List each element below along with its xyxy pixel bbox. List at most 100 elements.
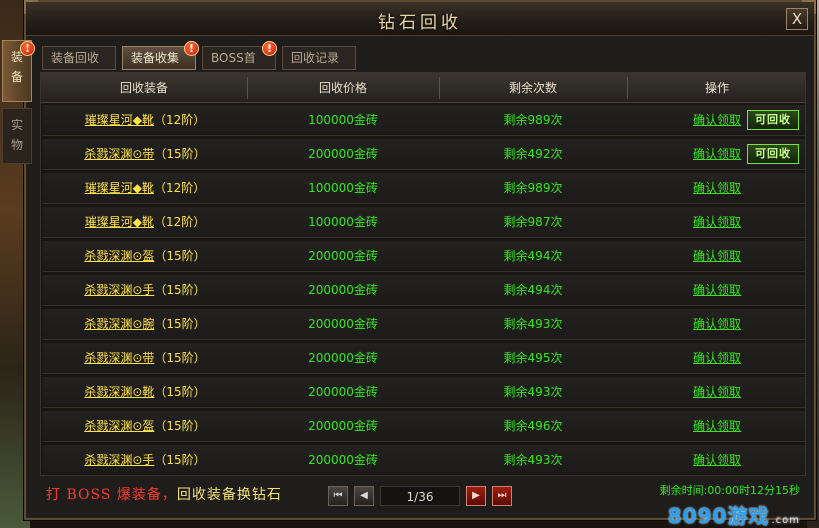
recyclable-button[interactable]: 可回收 <box>747 110 799 130</box>
equipment-name-link[interactable]: 杀戮深渊⊙带 <box>84 147 154 161</box>
last-page-button[interactable]: ⏭ <box>492 486 512 506</box>
tab-recycle-log[interactable]: 回收记录 <box>282 46 356 70</box>
recycle-price: 200000金砖 <box>308 385 378 399</box>
table-header: 回收装备 回收价格 剩余次数 操作 <box>41 73 805 103</box>
equipment-name-link[interactable]: 杀戮深渊⊙靴 <box>84 385 154 399</box>
equipment-name-link[interactable]: 杀戮深渊⊙盔 <box>84 419 154 433</box>
equipment-cell: 璀璨星河◆靴（12阶） <box>43 105 247 136</box>
column-header-equipment: 回收装备 <box>119 81 168 95</box>
equipment-tier: （15阶） <box>154 385 206 399</box>
prev-page-button[interactable]: ◀ <box>354 486 374 506</box>
frame-corner-ornament <box>24 0 38 14</box>
equipment-tier: （15阶） <box>154 453 206 467</box>
table-row: 杀戮深渊⊙盔（15阶） 200000金砖 剩余496次 确认领取 <box>43 411 805 442</box>
action-cell: 确认领取 <box>627 377 807 408</box>
confirm-claim-link[interactable]: 确认领取 <box>693 419 741 433</box>
action-cell: 确认领取 <box>627 207 807 238</box>
equipment-name-link[interactable]: 璀璨星河◆靴 <box>85 215 154 229</box>
confirm-claim-link[interactable]: 确认领取 <box>693 453 741 467</box>
remaining-count: 剩余989次 <box>503 181 563 195</box>
equipment-cell: 璀璨星河◆靴（12阶） <box>43 173 247 204</box>
remaining-count: 剩余496次 <box>503 419 563 433</box>
equipment-name-link[interactable]: 杀戮深渊⊙盔 <box>84 249 154 263</box>
slogan-part-2: 回收装备换钻石 <box>176 487 282 503</box>
equipment-cell: 杀戮深渊⊙带（15阶） <box>43 139 247 170</box>
table-row: 杀戮深渊⊙盔（15阶） 200000金砖 剩余494次 确认领取 <box>43 241 805 272</box>
column-header-remaining: 剩余次数 <box>508 81 557 95</box>
tab-label: 装备回收 <box>51 51 100 65</box>
equipment-name-link[interactable]: 杀戮深渊⊙带 <box>84 351 154 365</box>
equipment-cell: 杀戮深渊⊙手（15阶） <box>43 445 247 476</box>
confirm-claim-link[interactable]: 确认领取 <box>693 351 741 365</box>
tab-boss-first-kill[interactable]: BOSS首杀 ! <box>202 41 277 87</box>
action-cell: 确认领取 <box>627 411 807 442</box>
confirm-claim-link[interactable]: 确认领取 <box>693 215 741 229</box>
site-watermark-logo: 8090游戏 .com <box>668 500 800 528</box>
confirm-claim-link[interactable]: 确认领取 <box>693 147 741 161</box>
side-tab-physical[interactable]: 实 物 <box>2 108 32 164</box>
recycle-price: 100000金砖 <box>308 215 378 229</box>
recycle-price: 200000金砖 <box>308 147 378 161</box>
alert-badge-icon: ! <box>184 41 199 56</box>
watermark-brand-sub: 游戏 <box>727 504 770 528</box>
recycle-price: 100000金砖 <box>308 113 378 127</box>
alert-badge-icon: ! <box>20 41 35 56</box>
equipment-tier: （15阶） <box>154 249 206 263</box>
equipment-name-link[interactable]: 璀璨星河◆靴 <box>85 113 154 127</box>
remaining-count: 剩余494次 <box>503 283 563 297</box>
column-header-action: 操作 <box>704 81 729 95</box>
equipment-tier: （15阶） <box>154 283 206 297</box>
remaining-count: 剩余493次 <box>503 317 563 331</box>
confirm-claim-link[interactable]: 确认领取 <box>693 283 741 297</box>
tab-label: 回收记录 <box>291 51 340 65</box>
equipment-tier: （15阶） <box>154 147 206 161</box>
next-page-button[interactable]: ▶ <box>466 486 486 506</box>
table-row: 杀戮深渊⊙腕（15阶） 200000金砖 剩余493次 确认领取 <box>43 309 805 340</box>
first-page-button[interactable]: ⏮ <box>328 486 348 506</box>
equipment-tier: （12阶） <box>153 215 206 229</box>
recycle-price: 200000金砖 <box>308 317 378 331</box>
side-tab-equipment[interactable]: 装 备 ! <box>2 40 35 102</box>
confirm-claim-link[interactable]: 确认领取 <box>693 317 741 331</box>
equipment-tier: （12阶） <box>153 181 206 195</box>
equipment-name-link[interactable]: 璀璨星河◆靴 <box>85 181 154 195</box>
recycle-price: 200000金砖 <box>308 351 378 365</box>
remaining-count: 剩余494次 <box>503 249 563 263</box>
slogan-part-1: 打 BOSS 爆装备， <box>46 487 177 503</box>
equipment-cell: 杀戮深渊⊙带（15阶） <box>43 343 247 374</box>
equipment-cell: 杀戮深渊⊙腕（15阶） <box>43 309 247 340</box>
remaining-count: 剩余989次 <box>503 113 563 127</box>
alert-badge-icon: ! <box>262 41 277 56</box>
table-row: 杀戮深渊⊙带（15阶） 200000金砖 剩余492次 确认领取 可回收 <box>43 139 805 170</box>
watermark-brand: 8090 <box>667 504 728 528</box>
table-row: 璀璨星河◆靴（12阶） 100000金砖 剩余987次 确认领取 <box>43 207 805 238</box>
recycle-price: 200000金砖 <box>308 419 378 433</box>
equipment-name-link[interactable]: 杀戮深渊⊙手 <box>84 453 154 467</box>
recyclable-button[interactable]: 可回收 <box>747 144 799 164</box>
equipment-tier: （15阶） <box>154 351 206 365</box>
confirm-claim-link[interactable]: 确认领取 <box>693 181 741 195</box>
remaining-count: 剩余493次 <box>503 385 563 399</box>
recycle-price: 200000金砖 <box>308 453 378 467</box>
equipment-cell: 杀戮深渊⊙靴（15阶） <box>43 377 247 408</box>
confirm-claim-link[interactable]: 确认领取 <box>693 113 741 127</box>
table-row: 杀戮深渊⊙靴（15阶） 200000金砖 剩余493次 确认领取 <box>43 377 805 408</box>
equipment-name-link[interactable]: 杀戮深渊⊙腕 <box>84 317 154 331</box>
remaining-count: 剩余493次 <box>503 453 563 467</box>
equipment-name-link[interactable]: 杀戮深渊⊙手 <box>84 283 154 297</box>
equipment-tier: （12阶） <box>153 113 206 127</box>
remaining-count: 剩余987次 <box>503 215 563 229</box>
equipment-cell: 杀戮深渊⊙盔（15阶） <box>43 241 247 272</box>
recycle-price: 200000金砖 <box>308 283 378 297</box>
recycle-table: 回收装备 回收价格 剩余次数 操作 璀璨星河◆靴（12阶） 100000金砖 剩余9… <box>40 72 806 476</box>
equipment-cell: 杀戮深渊⊙手（15阶） <box>43 275 247 306</box>
confirm-claim-link[interactable]: 确认领取 <box>693 385 741 399</box>
equipment-tier: （15阶） <box>154 419 206 433</box>
confirm-claim-link[interactable]: 确认领取 <box>693 249 741 263</box>
tab-equipment-recycle[interactable]: 装备回收 <box>42 46 116 70</box>
action-cell: 确认领取 <box>627 275 807 306</box>
tab-equipment-collect[interactable]: 装备收集 ! <box>122 41 199 70</box>
equipment-cell: 杀戮深渊⊙盔（15阶） <box>43 411 247 442</box>
promo-slogan: 打 BOSS 爆装备，回收装备换钻石 <box>46 484 282 504</box>
column-header-price: 回收价格 <box>318 81 367 95</box>
